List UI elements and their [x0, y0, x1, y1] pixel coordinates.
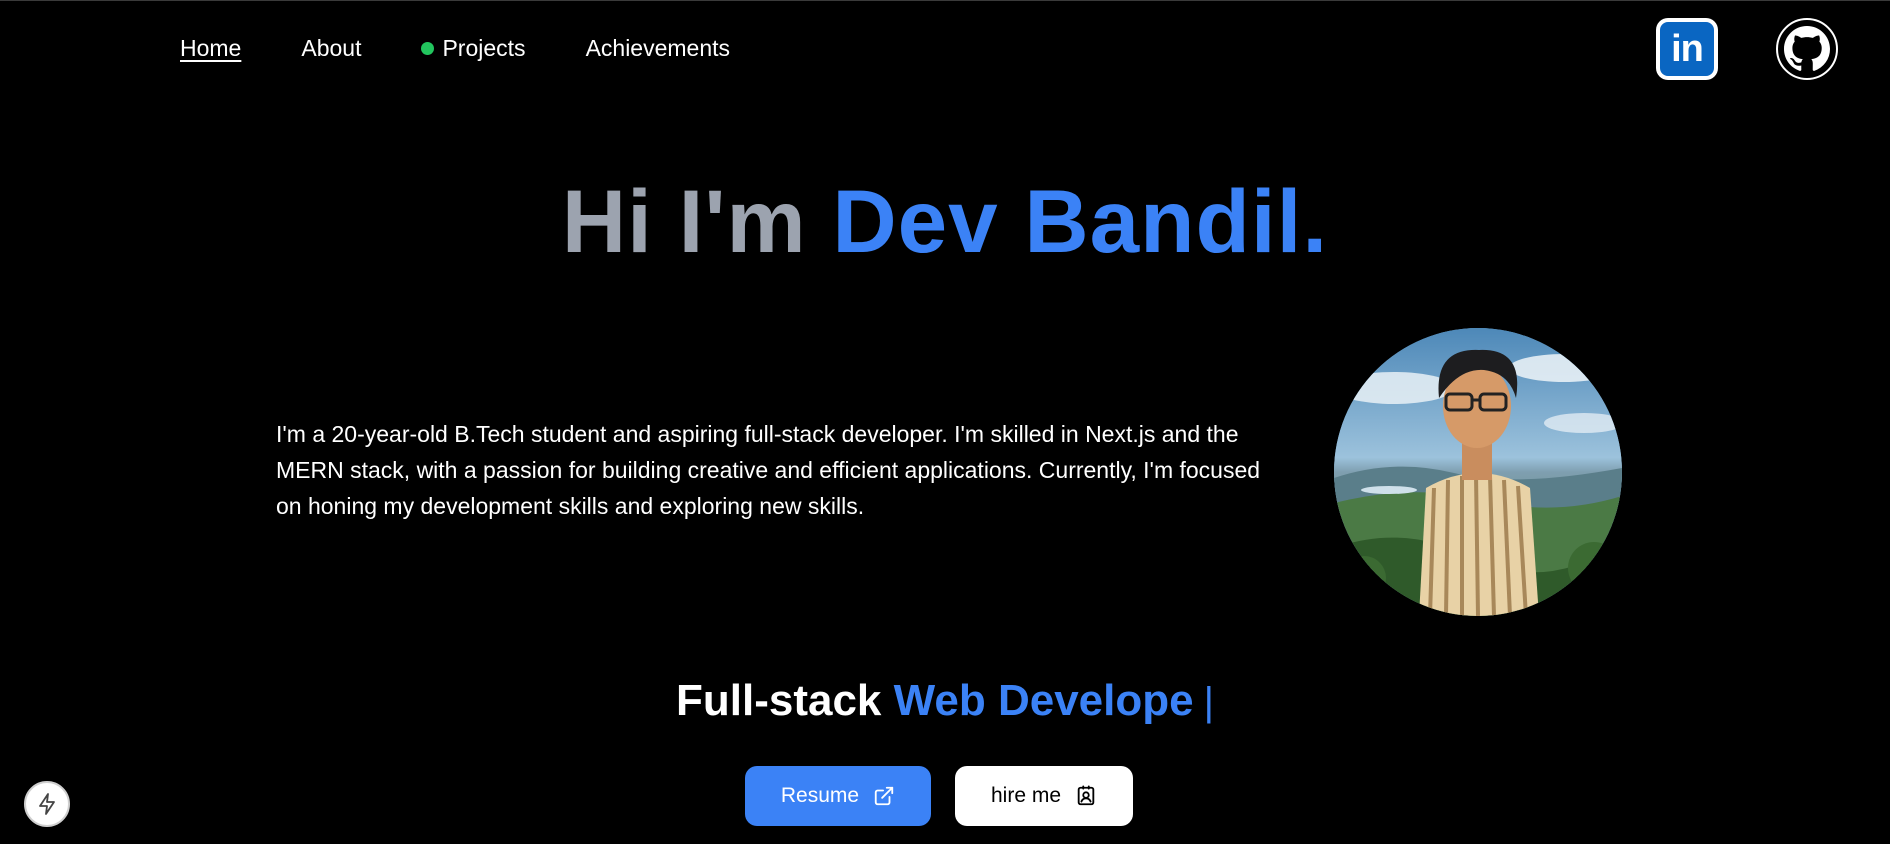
avatar-illustration	[1334, 328, 1622, 616]
linkedin-icon-text: in	[1671, 27, 1704, 70]
lightning-icon	[39, 793, 55, 815]
bio-paragraph: I'm a 20-year-old B.Tech student and asp…	[276, 421, 1261, 519]
nav-about[interactable]: About	[301, 35, 361, 62]
role-heading: Full-stack Web Develope |	[0, 676, 1890, 726]
nav-projects[interactable]: Projects	[421, 34, 526, 62]
nav-about-label: About	[301, 34, 362, 61]
linkedin-icon: in	[1660, 22, 1714, 76]
typing-cursor: |	[1203, 680, 1214, 724]
nav-achievements-label: Achievements	[585, 34, 731, 61]
github-link[interactable]	[1776, 18, 1838, 80]
status-dot-icon	[421, 41, 435, 55]
top-border	[0, 0, 1890, 1]
role-typed: Web Develope	[893, 676, 1194, 725]
role-prefix: Full-stack	[676, 676, 894, 725]
linkedin-link[interactable]: in	[1656, 18, 1718, 80]
quick-action-button[interactable]	[24, 781, 70, 827]
avatar	[1334, 328, 1622, 616]
external-link-icon	[874, 786, 894, 806]
hire-me-button-label: hire me	[990, 784, 1062, 807]
github-icon	[1784, 26, 1830, 71]
hero-title: Hi I'm Dev Bandil.	[0, 170, 1890, 273]
nav-achievements[interactable]: Achievements	[586, 35, 730, 62]
nav-home-label: Home	[180, 34, 242, 61]
nav-projects-label: Projects	[442, 34, 526, 61]
nav-home[interactable]: Home	[180, 35, 241, 62]
main-nav: Home About Projects Achievements	[180, 34, 790, 62]
resume-button[interactable]: Resume	[745, 766, 931, 826]
contact-icon	[1077, 785, 1095, 806]
hero-greeting: Hi I'm	[561, 171, 833, 271]
resume-button-label: Resume	[780, 784, 860, 807]
hire-me-button[interactable]: hire me	[955, 766, 1133, 826]
hero-name: Dev Bandil.	[832, 171, 1329, 271]
